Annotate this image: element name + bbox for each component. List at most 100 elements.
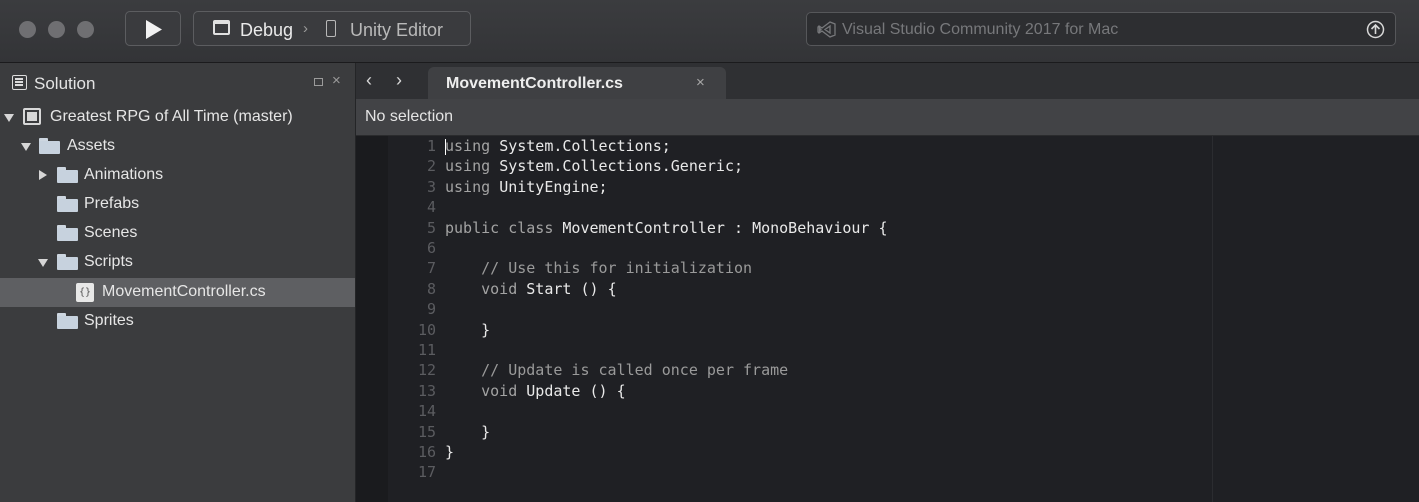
dock-icon[interactable] xyxy=(314,78,323,86)
line-number: 6 xyxy=(426,239,436,257)
line-number: 15 xyxy=(417,422,436,441)
code-text: using UnityEngine; xyxy=(445,177,608,196)
code-line[interactable]: 6 xyxy=(356,238,1356,258)
configuration-selector[interactable]: Debug › Unity Editor xyxy=(193,11,471,46)
tree-item-animations[interactable]: Animations xyxy=(0,161,355,190)
code-line[interactable]: 15 } xyxy=(356,422,1356,442)
path-bar-text: No selection xyxy=(365,108,454,125)
code-text: } xyxy=(445,443,455,461)
tree-item-movementcontroller[interactable]: {} MovementController.cs xyxy=(0,278,355,307)
code-text: } xyxy=(481,320,491,339)
run-button[interactable] xyxy=(125,11,181,46)
tree-item-assets[interactable]: Assets xyxy=(0,132,355,161)
main-toolbar: Debug › Unity Editor Visual Studio Commu… xyxy=(0,0,1419,63)
expander-down-icon[interactable] xyxy=(38,259,48,267)
play-icon xyxy=(146,20,162,39)
document-tab-bar: ‹ › MovementController.cs × xyxy=(356,63,1419,99)
line-number: 4 xyxy=(426,198,436,217)
chevron-right-icon[interactable]: › xyxy=(396,70,402,91)
run-target-label[interactable]: Unity Editor xyxy=(350,20,443,41)
code-line[interactable]: 12 // Update is called once per frame xyxy=(356,360,1356,380)
code-line[interactable]: 10 } xyxy=(356,320,1356,340)
code-line[interactable]: 7 // Use this for initialization xyxy=(356,258,1356,278)
window-minimize-button[interactable] xyxy=(48,21,65,38)
close-icon[interactable]: × xyxy=(696,74,705,91)
code-text: // Use this for initialization xyxy=(481,259,753,278)
line-number: 3 xyxy=(426,177,436,196)
code-line[interactable]: 14 xyxy=(356,401,1356,421)
configuration-label: Debug xyxy=(240,20,294,40)
line-number: 5 xyxy=(426,218,436,237)
folder-icon xyxy=(57,254,78,270)
code-line[interactable]: 4 xyxy=(356,197,1356,217)
line-number: 9 xyxy=(426,300,436,319)
code-editor[interactable]: 1 using System.Collections; 2 using System.… xyxy=(356,136,1419,502)
folder-icon xyxy=(57,313,78,329)
solution-pad: Solution × Greatest RPG of All Time (mas… xyxy=(0,63,356,502)
tree-item-label: Scripts xyxy=(84,253,133,270)
code-line[interactable]: 9 xyxy=(356,299,1356,319)
code-line[interactable]: 17 xyxy=(356,462,1356,482)
code-text: using System.Collections; xyxy=(445,137,671,155)
line-number: 13 xyxy=(417,381,436,400)
code-line[interactable]: 8 void Start () { xyxy=(356,279,1356,299)
status-bar: Visual Studio Community 2017 for Mac xyxy=(806,12,1396,46)
tree-item-solution[interactable]: Greatest RPG of All Time (master) xyxy=(0,103,355,132)
close-icon[interactable]: × xyxy=(332,72,341,89)
line-number: 8 xyxy=(426,279,436,298)
tree-item-label: Greatest RPG of All Time (master) xyxy=(50,108,293,125)
line-number: 7 xyxy=(426,259,436,278)
code-line[interactable]: 16} xyxy=(356,442,1356,462)
expander-down-icon[interactable] xyxy=(21,143,31,151)
chevron-right-icon: › xyxy=(303,20,308,37)
device-icon xyxy=(326,20,336,37)
visual-studio-icon xyxy=(817,21,836,38)
line-number: 2 xyxy=(426,157,436,176)
chevron-left-icon[interactable]: ‹ xyxy=(366,70,372,91)
arrow-up-circle-icon[interactable] xyxy=(1366,20,1385,39)
window-zoom-button[interactable] xyxy=(77,21,94,38)
folder-icon xyxy=(57,196,78,212)
line-number: 10 xyxy=(417,320,436,339)
solution-pad-title: Solution xyxy=(34,74,96,93)
code-line[interactable]: 5 public class MovementController : MonoB… xyxy=(356,218,1356,238)
tab-movementcontroller[interactable]: MovementController.cs × xyxy=(428,67,726,99)
csharp-file-icon: {} xyxy=(76,283,94,302)
tree-item-label: MovementController.cs xyxy=(102,283,266,300)
tree-item-scripts[interactable]: Scripts xyxy=(0,248,355,277)
tree-item-label: Assets xyxy=(67,137,116,154)
line-number: 1 xyxy=(426,137,436,155)
line-number: 16 xyxy=(417,443,436,461)
tree-item-prefabs[interactable]: Prefabs xyxy=(0,190,355,219)
path-bar[interactable]: No selection xyxy=(356,99,1419,136)
code-text: public class MovementController : MonoBe… xyxy=(445,218,888,237)
expander-down-icon[interactable] xyxy=(4,114,14,122)
line-number: 12 xyxy=(417,361,436,380)
configuration-icon xyxy=(213,20,230,35)
tab-label: MovementController.cs xyxy=(446,75,623,92)
code-line[interactable]: 2 using System.Collections.Generic; xyxy=(356,156,1356,176)
line-number: 11 xyxy=(417,341,436,359)
code-line[interactable]: 1 using System.Collections; xyxy=(356,136,1356,156)
expander-right-icon[interactable] xyxy=(39,170,47,180)
folder-icon xyxy=(39,138,60,154)
tree-item-label: Scenes xyxy=(84,224,138,241)
tree-item-label: Animations xyxy=(84,166,164,183)
status-text: Visual Studio Community 2017 for Mac xyxy=(842,21,1119,38)
code-line[interactable]: 13 void Update () { xyxy=(356,381,1356,401)
folder-icon xyxy=(57,225,78,241)
code-text: // Update is called once per frame xyxy=(481,361,789,380)
code-text: void Start () { xyxy=(481,279,617,298)
window-close-button[interactable] xyxy=(19,21,36,38)
code-line[interactable]: 3 using UnityEngine; xyxy=(356,177,1356,197)
code-text: void Update () { xyxy=(481,381,626,400)
tree-item-label: Sprites xyxy=(84,312,134,329)
solution-icon xyxy=(23,108,41,125)
line-number: 17 xyxy=(417,463,436,482)
text-caret xyxy=(445,139,446,155)
tree-item-scenes[interactable]: Scenes xyxy=(0,219,355,248)
tree-item-sprites[interactable]: Sprites xyxy=(0,307,355,336)
code-text: } xyxy=(481,422,491,441)
folder-icon xyxy=(57,167,78,183)
code-line[interactable]: 11 xyxy=(356,340,1356,360)
